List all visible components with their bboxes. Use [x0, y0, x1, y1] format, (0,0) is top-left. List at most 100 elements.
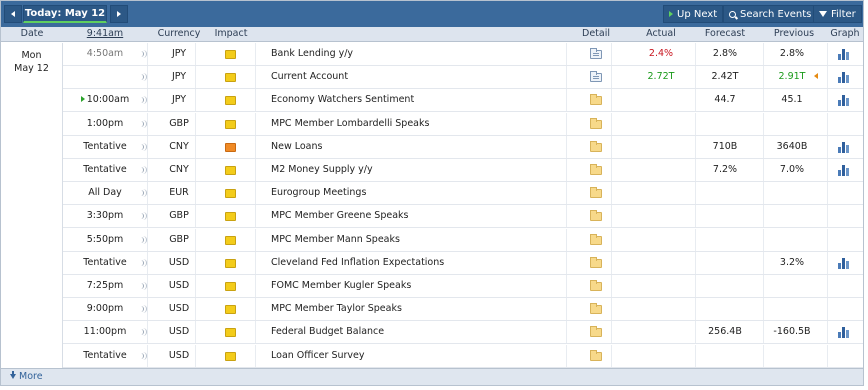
play-icon: [669, 11, 673, 17]
column-divider: [611, 66, 612, 89]
column-divider: [255, 275, 256, 297]
event-title[interactable]: Cleveland Fed Inflation Expectations: [271, 257, 571, 268]
detail-button[interactable]: [590, 71, 602, 83]
event-time-text: 11:00pm: [83, 326, 127, 338]
detail-button[interactable]: [590, 164, 602, 175]
event-title[interactable]: Bank Lending y/y: [271, 48, 571, 59]
bar-chart-icon[interactable]: [838, 141, 851, 153]
event-row[interactable]: 7:25pm USD FOMC Member Kugler Speaks: [63, 275, 863, 298]
folder-icon: [590, 117, 602, 129]
detail-button[interactable]: [590, 117, 602, 129]
event-row[interactable]: 3:30pm GBP MPC Member Greene Speaks: [63, 205, 863, 229]
event-row[interactable]: 9:00pm USD MPC Member Taylor Speaks: [63, 298, 863, 322]
event-title[interactable]: New Loans: [271, 141, 571, 152]
column-divider: [695, 205, 696, 228]
impact-low-icon: [225, 328, 236, 338]
prev-day-button[interactable]: [4, 5, 22, 23]
bar-chart-icon[interactable]: [838, 94, 851, 107]
graph-icon-bar: [842, 257, 845, 269]
event-row[interactable]: All Day EUR Eurogroup Meetings: [63, 182, 863, 206]
folder-icon: [590, 164, 602, 175]
event-title[interactable]: M2 Money Supply y/y: [271, 164, 571, 175]
event-row[interactable]: Tentative USD Cleveland Fed Inflation Expe…: [63, 251, 863, 275]
doc-folder-icon: [590, 48, 602, 59]
event-title[interactable]: Loan Officer Survey: [271, 350, 571, 361]
calendar-frame: Today: May 12 Up Next Search Events Filt…: [0, 0, 864, 386]
graph-icon-bar: [846, 330, 849, 339]
column-divider: [827, 182, 828, 205]
event-row[interactable]: 10:00am JPY Economy Watchers Sentiment 44.7…: [63, 89, 863, 113]
column-divider: [255, 321, 256, 344]
detail-button[interactable]: [590, 48, 602, 59]
detail-button[interactable]: [590, 140, 602, 152]
column-divider: [255, 205, 256, 228]
speaker-icon: [141, 282, 147, 290]
event-title[interactable]: Federal Budget Balance: [271, 326, 571, 337]
event-row[interactable]: Tentative USD Loan Officer Survey: [63, 344, 863, 368]
detail-button[interactable]: [590, 303, 602, 315]
detail-button[interactable]: [590, 280, 602, 291]
impact-low-icon: [225, 235, 236, 245]
column-divider: [147, 182, 148, 205]
column-divider: [827, 228, 828, 251]
next-day-button[interactable]: [110, 5, 128, 23]
detail-button[interactable]: [590, 256, 602, 268]
up-next-button[interactable]: Up Next: [663, 5, 724, 23]
graph-icon-bar: [846, 98, 849, 107]
column-divider: [147, 344, 148, 367]
more-button[interactable]: More: [10, 371, 43, 382]
event-title[interactable]: FOMC Member Kugler Speaks: [271, 280, 571, 291]
date-cell: Mon May 12: [1, 43, 63, 368]
bar-chart-icon[interactable]: [838, 71, 851, 84]
event-title[interactable]: MPC Member Mann Speaks: [271, 234, 571, 245]
detail-button[interactable]: [590, 349, 602, 361]
graph-icon-bar: [842, 49, 845, 60]
speaker-icon: [141, 119, 147, 128]
event-time: 4:50am: [63, 48, 147, 59]
col-time-now[interactable]: 9:41am: [63, 28, 147, 39]
speaker-icon: [141, 258, 147, 267]
event-actual: 2.72T: [647, 71, 675, 83]
graph-icon-bar: [842, 95, 845, 107]
column-divider: [763, 159, 764, 181]
detail-button[interactable]: [590, 233, 602, 245]
graph-icon-bar: [842, 327, 845, 339]
detail-button[interactable]: [590, 187, 602, 199]
impact-low-icon: [225, 119, 236, 129]
date-day: May 12: [14, 63, 49, 74]
event-row[interactable]: 5:50pm GBP MPC Member Mann Speaks: [63, 228, 863, 252]
search-events-label: Search Events: [740, 8, 812, 20]
detail-button[interactable]: [590, 94, 602, 106]
detail-button[interactable]: [590, 326, 602, 338]
event-title[interactable]: Economy Watchers Sentiment: [271, 94, 571, 105]
today-button[interactable]: Today: May 12: [23, 5, 107, 23]
bar-chart-icon[interactable]: [838, 48, 851, 60]
event-row[interactable]: Tentative CNY New Loans 710B 3640B: [63, 135, 863, 159]
column-divider: [255, 66, 256, 89]
folder-icon: [590, 256, 602, 268]
search-events-button[interactable]: Search Events: [723, 5, 818, 23]
column-divider: [695, 135, 696, 158]
event-row[interactable]: 11:00pm USD Federal Budget Balance 256.4B -1…: [63, 321, 863, 345]
detail-button[interactable]: [590, 210, 602, 222]
filter-button[interactable]: Filter: [813, 5, 862, 23]
event-title[interactable]: MPC Member Taylor Speaks: [271, 303, 571, 314]
column-divider: [147, 135, 148, 158]
column-divider: [763, 275, 764, 297]
bar-chart-icon[interactable]: [838, 164, 851, 176]
event-title[interactable]: MPC Member Lombardelli Speaks: [271, 118, 571, 129]
event-row[interactable]: Tentative CNY M2 Money Supply y/y 7.2% 7.0%: [63, 159, 863, 182]
event-title[interactable]: MPC Member Greene Speaks: [271, 210, 571, 221]
event-title[interactable]: Eurogroup Meetings: [271, 187, 571, 198]
event-time: 9:00pm: [63, 303, 147, 314]
bar-chart-icon[interactable]: [838, 257, 851, 269]
event-row[interactable]: JPY Current Account 2.72T 2.42T 2.91T: [63, 66, 863, 90]
column-divider: [695, 298, 696, 321]
event-row[interactable]: 1:00pm GBP MPC Member Lombardelli Speaks: [63, 112, 863, 136]
event-row[interactable]: 4:50am JPY Bank Lending y/y 2.4% 2.8% 2.8%: [63, 43, 863, 66]
event-time: All Day: [63, 187, 147, 198]
event-title[interactable]: Current Account: [271, 71, 571, 82]
bar-chart-icon[interactable]: [838, 326, 851, 339]
column-divider: [147, 228, 148, 251]
speaker-icon: [141, 189, 147, 198]
